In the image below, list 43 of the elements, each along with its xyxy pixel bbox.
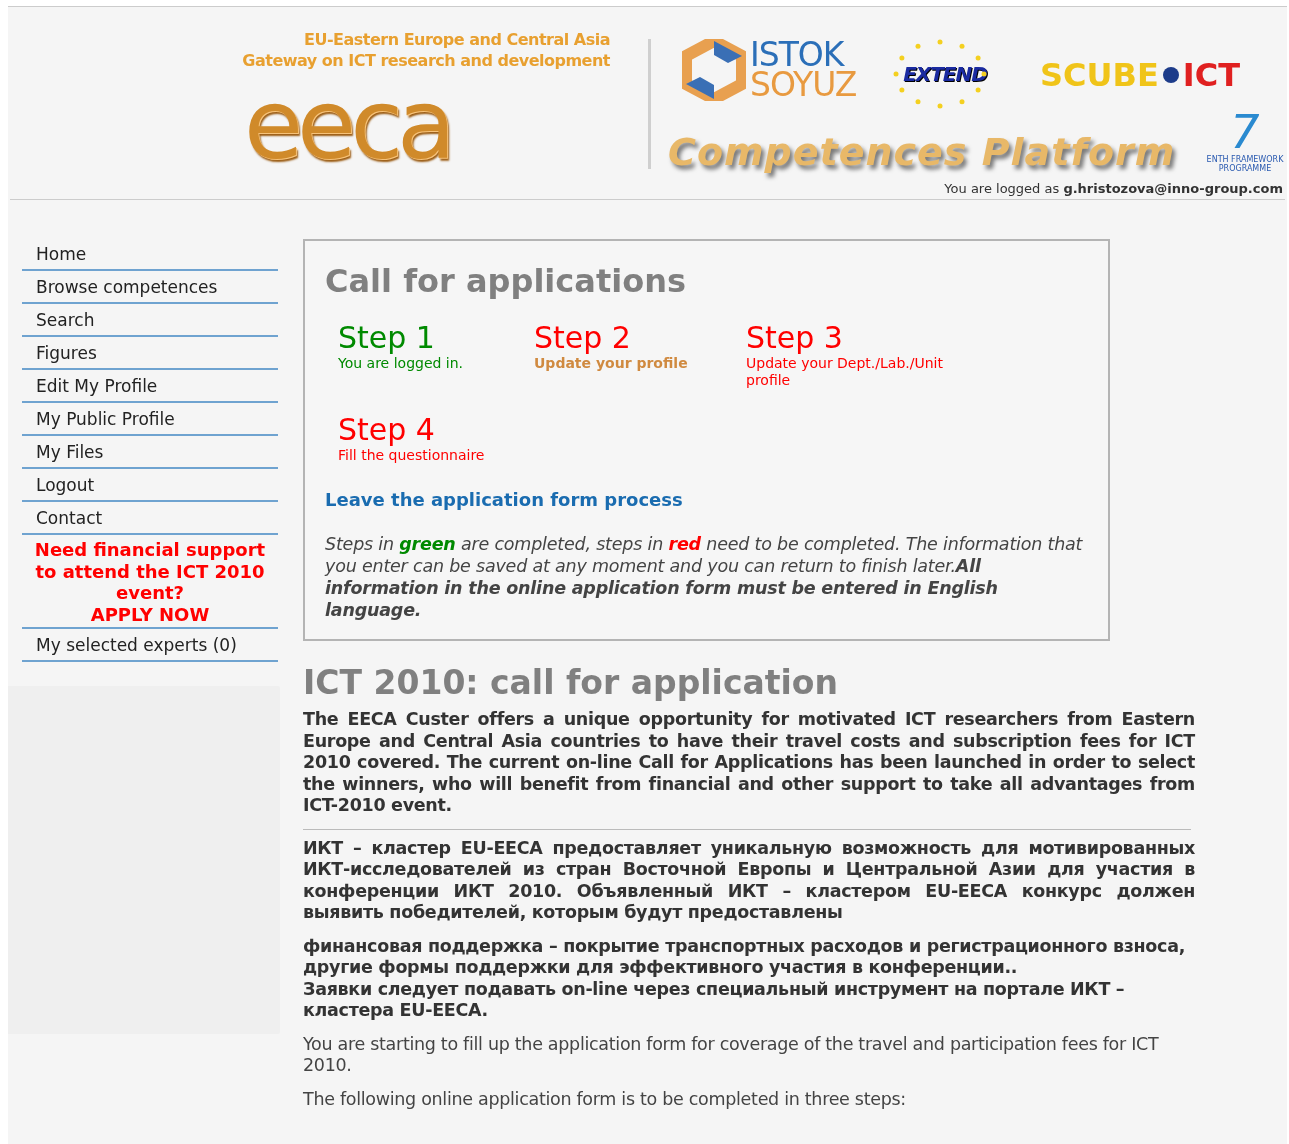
nav-link[interactable]: My selected experts (0): [22, 629, 278, 662]
intro-paragraph: The EECA Custer offers a unique opportunity for motivated ICT researchers from Eastern Europe and Central Asia countries to have their travel costs and subscription fees for ICT 2010 covered. The current on-line Call for Applications has been launched in order to select the winners, who will benefit from financial and other support to take all advantages from ICT-2010 event.: [303, 709, 1195, 817]
nav-link[interactable]: Logout: [22, 469, 278, 502]
istok-logo-text: ISTOK: [750, 40, 845, 70]
eeca-logo: eeca: [244, 79, 450, 171]
apply-link[interactable]: Need financial support to attend the ICT 2010 event? APPLY NOW: [22, 535, 278, 629]
nav-link[interactable]: Browse competences: [22, 271, 278, 304]
step-title: Step 2: [534, 321, 632, 355]
step-title: Step 1: [338, 321, 436, 355]
logo-tagline: Gateway on ICT research and development: [242, 50, 610, 71]
extend-logo: EXTEND: [890, 39, 1000, 109]
soyuz-logo-text: SOYUZ: [750, 70, 857, 100]
nav-link[interactable]: My Files: [22, 436, 278, 469]
nav-link[interactable]: Edit My Profile: [22, 370, 278, 403]
step-description: Update your profile: [534, 355, 689, 372]
seal-icon: [1162, 67, 1179, 83]
russian-text: другие формы поддержки для эффективного участия в конференции..: [303, 957, 1019, 979]
russian-text: Заявки следует подавать on-line через специальный инструмент на портале ИКТ – кластера EU-EECA.: [303, 978, 1126, 1022]
fp7-logo: 7 ENTH FRAMEWORK PROGRAMME: [1206, 109, 1284, 173]
step-title: Step 4: [338, 413, 436, 447]
nav-link[interactable]: Contact: [22, 502, 278, 535]
panel-title: Call for applications: [325, 261, 687, 301]
platform-title: Competences Platform: [668, 129, 1176, 175]
body-paragraph: The following online application form is to be completed in three steps:: [303, 1088, 907, 1110]
ict-logo-text: ICT: [1182, 55, 1240, 96]
step-title: Step 3: [746, 321, 844, 355]
scube-logo-text: SCUBE: [1040, 55, 1159, 96]
step-description: Update your Dept./Lab./Unit profile: [746, 355, 944, 389]
russian-paragraph: ИКТ – кластер EU-EECA предоставляет уникальную возможность для мотивированных ИКТ-исследователей из стран Восточной Европы и Центральной Азии для участия в конференции ИКТ 2010. Объявленный ИКТ – кластером EU-EECA конкурс должен выявить победителей, которым будут предоставлены: [303, 837, 1195, 924]
article-title: ICT 2010: call for application: [303, 663, 839, 703]
body-paragraph: You are starting to fill up the application form for coverage of the travel and participation fees for ICT 2010.: [303, 1033, 1160, 1077]
nav-link[interactable]: Search: [22, 304, 278, 337]
step-description: You are logged in.: [338, 355, 465, 372]
login-status: You are logged as g.hristozova@inno-group.com: [944, 180, 1283, 198]
russian-text: финансовая поддержка – покрытие транспортных расходов и регистрационного взноса,: [303, 935, 1187, 957]
step-description: Fill the questionnaire: [338, 447, 486, 464]
instructions-text: Steps in green are completed, steps in red need to be completed. The information that you enter can be saved at any moment and you can return to finish later.All information in the online application form must be entered in English language.: [325, 533, 1084, 621]
nav-link[interactable]: Home: [22, 238, 278, 271]
hexagon-logo-icon: [682, 39, 746, 101]
nav-link[interactable]: Figures: [22, 337, 278, 370]
nav-link[interactable]: My Public Profile: [22, 403, 278, 436]
leave-process-link[interactable]: Leave the application form process: [325, 486, 1090, 513]
logo-tagline: EU-Eastern Europe and Central Asia: [304, 29, 610, 50]
